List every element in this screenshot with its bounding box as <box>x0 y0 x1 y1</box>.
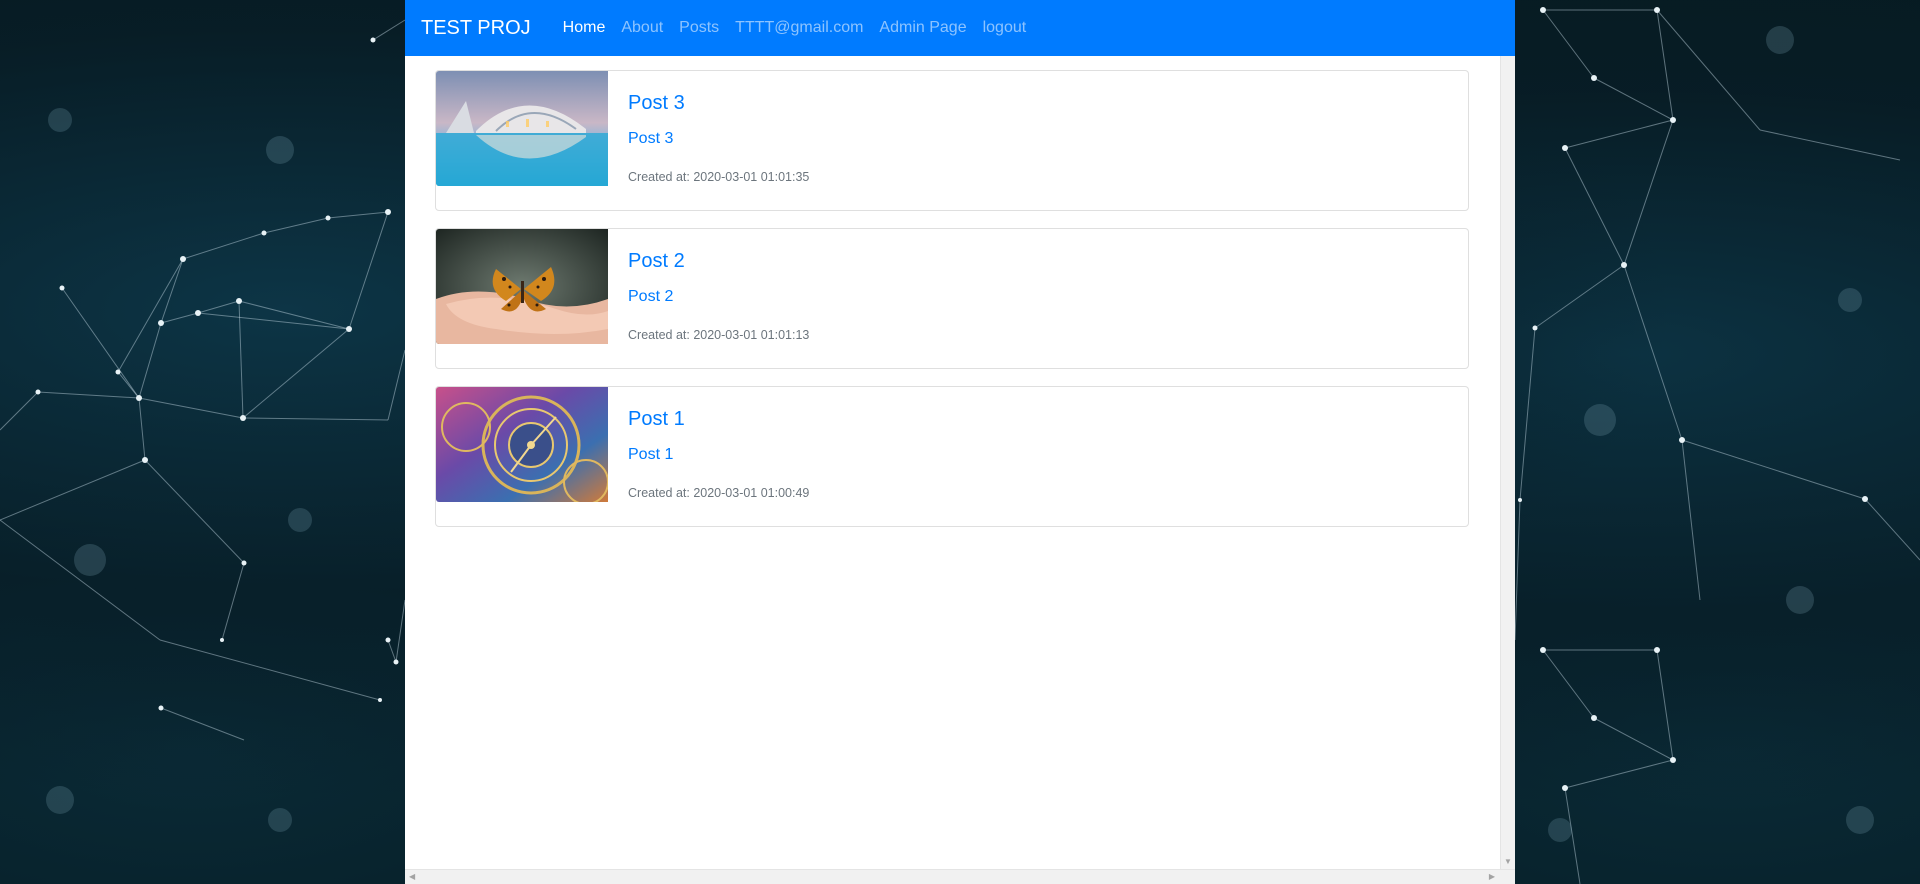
nav-link-home[interactable]: Home <box>555 19 614 37</box>
post-subtitle[interactable]: Post 3 <box>628 129 809 149</box>
scroll-right-arrow-icon[interactable]: ▶ <box>1489 873 1495 881</box>
scroll-down-arrow-icon[interactable]: ▼ <box>1504 858 1512 866</box>
nav-link-about[interactable]: About <box>613 19 671 37</box>
main-container: TEST PROJ Home About Posts TTTT@gmail.co… <box>405 0 1515 884</box>
post-subtitle[interactable]: Post 2 <box>628 287 809 307</box>
post-subtitle[interactable]: Post 1 <box>628 445 809 465</box>
scroll-left-arrow-icon[interactable]: ◀ <box>409 873 415 881</box>
post-created-at: Created at: 2020-03-01 01:00:49 <box>628 486 810 500</box>
nav-link-admin-page[interactable]: Admin Page <box>871 19 974 37</box>
navbar: TEST PROJ Home About Posts TTTT@gmail.co… <box>405 0 1515 56</box>
post-card[interactable]: Post 2 Post 2 Created at: 2020-03-01 01:… <box>435 228 1469 369</box>
post-created-at: Created at: 2020-03-01 01:01:13 <box>628 328 810 342</box>
nav-link-user-email[interactable]: TTTT@gmail.com <box>727 19 871 37</box>
post-title[interactable]: Post 2 <box>628 249 809 273</box>
nav-link-logout[interactable]: logout <box>975 19 1035 37</box>
post-title[interactable]: Post 1 <box>628 407 809 431</box>
brand-link[interactable]: TEST PROJ <box>421 17 531 40</box>
horizontal-scrollbar[interactable]: ◀ ▶ <box>405 869 1515 884</box>
post-list: Post 3 Post 3 Created at: 2020-03-01 01:… <box>435 70 1469 544</box>
post-card[interactable]: Post 1 Post 1 Created at: 2020-03-01 01:… <box>435 386 1469 527</box>
vertical-scrollbar[interactable]: ▼ <box>1500 56 1515 869</box>
butterfly-hands-image[interactable] <box>436 229 608 344</box>
post-created-at: Created at: 2020-03-01 01:01:35 <box>628 170 810 184</box>
astronomical-clock-image[interactable] <box>436 387 608 502</box>
post-card[interactable]: Post 3 Post 3 Created at: 2020-03-01 01:… <box>435 70 1469 211</box>
post-title[interactable]: Post 3 <box>628 91 809 115</box>
building-reflection-image[interactable] <box>436 71 608 186</box>
nav-link-posts[interactable]: Posts <box>671 19 727 37</box>
